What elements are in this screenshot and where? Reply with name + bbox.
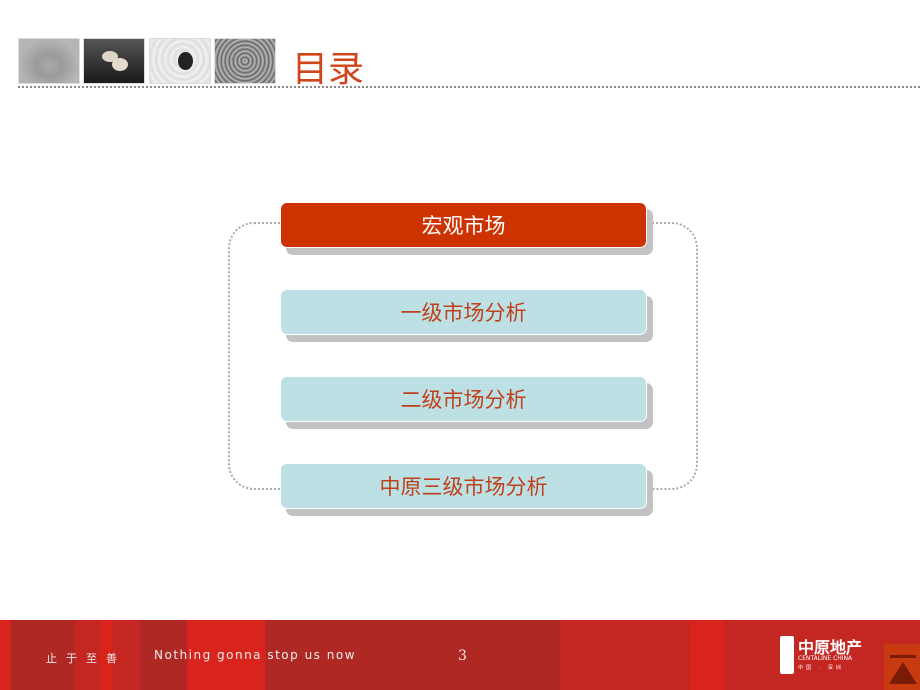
menu-item-tertiary-market[interactable]: 中原三级市场分析 — [280, 463, 647, 509]
bracket-left — [228, 222, 288, 490]
header-image-sand — [18, 38, 80, 84]
back-to-top-button[interactable] — [884, 644, 920, 690]
footer: 止于至善 Nothing gonna stop us now 3 中原地产 CE… — [0, 620, 920, 690]
slogan-en: Nothing gonna stop us now — [154, 648, 357, 662]
header-image-rings — [214, 38, 276, 84]
top-bar-icon — [890, 655, 916, 658]
slogan-cn: 止于至善 — [46, 652, 126, 665]
menu-item-label: 宏观市场 — [421, 214, 506, 238]
page-title: 目录 — [292, 49, 365, 90]
menu-item-macro-market[interactable]: 宏观市场 — [280, 202, 647, 248]
header-divider — [18, 86, 920, 88]
menu-item-primary-market[interactable]: 一级市场分析 — [280, 289, 647, 335]
menu-item-secondary-market[interactable]: 二级市场分析 — [280, 376, 647, 422]
logo-text-sub: 中国 · 深圳 — [798, 665, 844, 671]
arrow-up-icon — [889, 662, 917, 684]
menu-item-label: 一级市场分析 — [400, 301, 527, 325]
logo-text-en: CENTALINE CHINA — [798, 655, 853, 662]
bracket-right — [640, 222, 698, 490]
page-number: 3 — [458, 648, 467, 664]
menu-item-label: 中原三级市场分析 — [379, 475, 548, 499]
header-image-pebbles — [83, 38, 145, 84]
header-image-ripples — [149, 38, 211, 84]
logo-mark-icon — [780, 636, 794, 674]
menu-item-label: 二级市场分析 — [400, 388, 527, 412]
